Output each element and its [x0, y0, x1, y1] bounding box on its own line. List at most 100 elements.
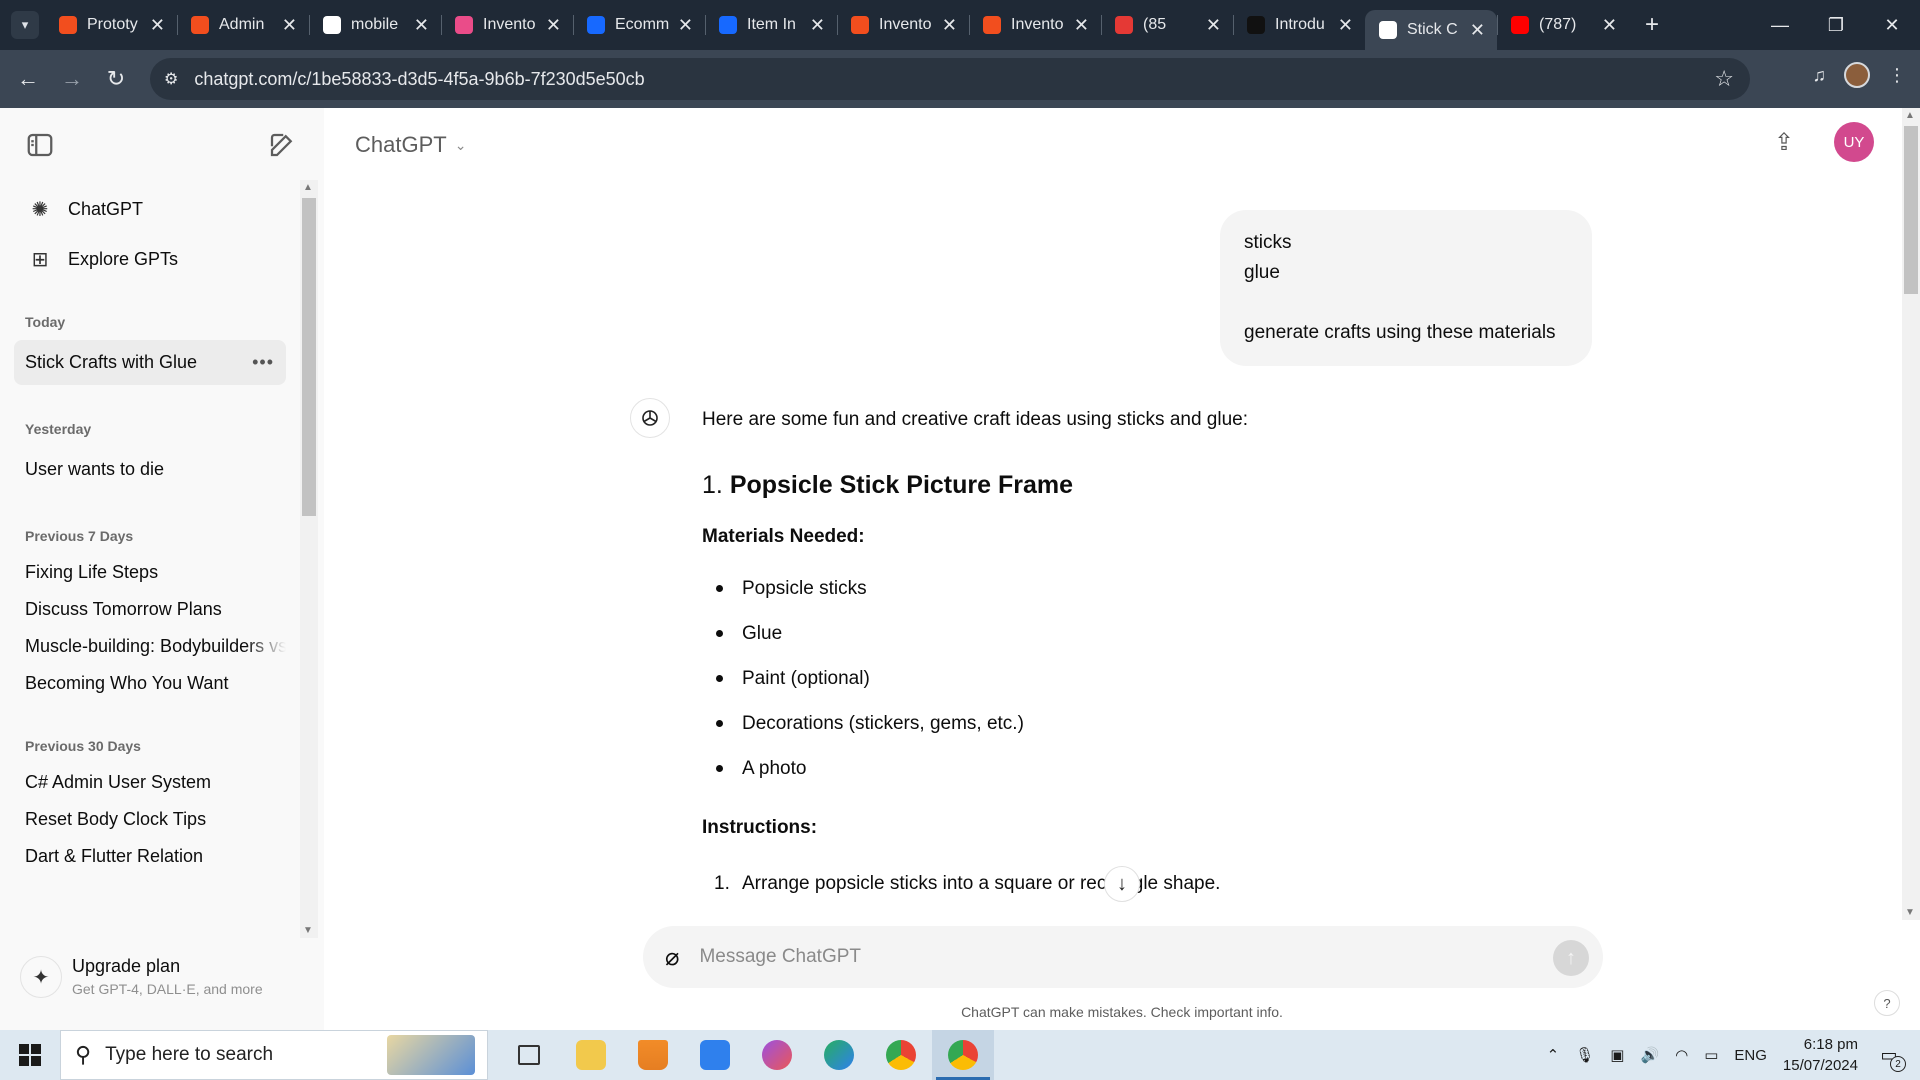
site-info-icon[interactable]: ⚙ — [164, 69, 178, 89]
history-item[interactable]: Reset Body Clock Tips — [14, 801, 286, 838]
taskbar-search[interactable]: ⚲ Type here to search — [60, 1030, 488, 1080]
browser-tab[interactable]: mobile ✕ — [309, 0, 441, 50]
scrollbar-thumb[interactable] — [1904, 126, 1918, 294]
notification-icon[interactable]: ▭ 2 — [1874, 1040, 1906, 1072]
task-view-icon[interactable] — [498, 1030, 560, 1080]
chrome-profile-icon[interactable] — [932, 1030, 994, 1080]
clock-date: 15/07/2024 — [1782, 1057, 1858, 1074]
browser-tab[interactable]: Item In ✕ — [705, 0, 837, 50]
close-tab-icon[interactable]: ✕ — [546, 15, 561, 36]
close-tab-icon[interactable]: ✕ — [1074, 15, 1089, 36]
share-icon[interactable]: ⇪ — [1774, 128, 1794, 157]
history-item[interactable]: Discuss Tomorrow Plans — [14, 591, 286, 628]
tab-title: Introdu — [1275, 16, 1325, 33]
browser-tab[interactable]: (85 ✕ — [1101, 0, 1233, 50]
browser-tab-active[interactable]: Stick C ✕ — [1365, 10, 1497, 50]
address-bar[interactable]: ⚙ chatgpt.com/c/1be58833-d3d5-4f5a-9b6b-… — [150, 58, 1750, 100]
bookmark-star-icon[interactable]: ☆ — [1714, 66, 1734, 92]
url-text[interactable]: chatgpt.com/c/1be58833-d3d5-4f5a-9b6b-7f… — [194, 69, 644, 90]
chrome-icon[interactable] — [870, 1030, 932, 1080]
toggle-sidebar-icon[interactable] — [25, 130, 55, 165]
close-tab-icon[interactable]: ✕ — [1206, 15, 1221, 36]
history-item[interactable]: Dart & Flutter Relation — [14, 838, 286, 875]
history-item[interactable]: User wants to die — [14, 447, 286, 492]
close-tab-icon[interactable]: ✕ — [810, 15, 825, 36]
language-indicator[interactable]: ENG — [1734, 1047, 1767, 1064]
model-name: ChatGPT — [355, 132, 447, 157]
more-options-icon[interactable]: ••• — [252, 352, 274, 373]
new-chat-icon[interactable] — [267, 130, 297, 165]
history-item-active[interactable]: Stick Crafts with Glue ••• — [14, 340, 286, 385]
close-tab-icon[interactable]: ✕ — [282, 15, 297, 36]
browser-tab[interactable]: Prototy ✕ — [45, 0, 177, 50]
browser-tab[interactable]: Invento ✕ — [969, 0, 1101, 50]
close-tab-icon[interactable]: ✕ — [1470, 20, 1485, 41]
close-tab-icon[interactable]: ✕ — [678, 15, 693, 36]
tab-search-button[interactable]: ▾ — [11, 11, 39, 39]
close-tab-icon[interactable]: ✕ — [1338, 15, 1353, 36]
browser-tab[interactable]: Admin ✕ — [177, 0, 309, 50]
edge-icon[interactable] — [808, 1030, 870, 1080]
search-highlight-image — [387, 1035, 475, 1075]
file-explorer-icon[interactable] — [560, 1030, 622, 1080]
browser-tab[interactable]: Introdu ✕ — [1233, 0, 1365, 50]
windows-start-icon[interactable] — [0, 1030, 60, 1080]
scroll-to-bottom-icon[interactable]: ↓ — [1104, 866, 1140, 902]
minimize-button[interactable]: — — [1752, 0, 1808, 50]
scroll-up-arrow-icon[interactable]: ▲ — [1905, 110, 1915, 121]
show-hidden-icons-icon[interactable]: ⌃ — [1547, 1046, 1560, 1064]
history-item[interactable]: Muscle-building: Bodybuilders vs — [14, 628, 286, 665]
tab-favicon-icon — [455, 16, 473, 34]
clock[interactable]: 6:18 pm 15/07/2024 — [1783, 1034, 1858, 1076]
scroll-down-arrow-icon[interactable]: ▼ — [303, 925, 313, 936]
browser-menu-icon[interactable]: ⋮ — [1888, 65, 1906, 86]
search-icon: ⚲ — [75, 1042, 92, 1067]
windows-taskbar: ⚲ Type here to search ⌃ 🎙 ▣ 🔊 ◠ ▭ ENG 6:… — [0, 1030, 1920, 1080]
history-item[interactable]: C# Admin User System — [14, 764, 286, 801]
history-item[interactable]: Fixing Life Steps — [14, 554, 286, 591]
close-tab-icon[interactable]: ✕ — [1602, 15, 1617, 36]
vscode-icon[interactable] — [684, 1030, 746, 1080]
tab-favicon-icon — [191, 16, 209, 34]
message-input[interactable]: Message ChatGPT — [699, 946, 861, 968]
reload-button[interactable]: ↻ — [94, 57, 138, 101]
media-controls-icon[interactable]: ♫ — [1813, 65, 1827, 86]
close-tab-icon[interactable]: ✕ — [942, 15, 957, 36]
browser-tab[interactable]: Invento ✕ — [837, 0, 969, 50]
upgrade-plan-button[interactable]: ✦ Upgrade plan Get GPT-4, DALL·E, and mo… — [20, 956, 263, 998]
sidebar-link-explore-gpts[interactable]: ⊞ Explore GPTs — [0, 234, 300, 284]
user-message-line: sticks — [1244, 232, 1292, 253]
display-icon[interactable]: ▣ — [1610, 1046, 1624, 1064]
restore-button[interactable]: ❐ — [1808, 0, 1864, 50]
scroll-up-arrow-icon[interactable]: ▲ — [303, 182, 313, 193]
sidebar-scrollbar[interactable]: ▲ ▼ — [300, 180, 318, 938]
battery-icon[interactable]: ▭ — [1704, 1046, 1718, 1064]
help-question-icon[interactable]: ? — [1874, 990, 1900, 1016]
browser-profile-avatar[interactable] — [1844, 62, 1870, 88]
close-tab-icon[interactable]: ✕ — [150, 15, 165, 36]
new-tab-button[interactable]: + — [1645, 11, 1659, 39]
scrollbar-thumb[interactable] — [302, 198, 316, 516]
attach-paperclip-icon[interactable]: ⌀ — [665, 943, 679, 972]
model-selector[interactable]: ChatGPT ⌄ — [355, 132, 466, 158]
chat-scrollbar[interactable]: ▲ ▼ — [1902, 108, 1920, 920]
wifi-icon[interactable]: ◠ — [1675, 1046, 1688, 1064]
user-avatar[interactable]: UY — [1834, 122, 1874, 162]
taskbar-search-placeholder: Type here to search — [105, 1044, 274, 1065]
browser-tab[interactable]: Ecomm ✕ — [573, 0, 705, 50]
volume-icon[interactable]: 🔊 — [1640, 1046, 1659, 1064]
history-item[interactable]: Becoming Who You Want — [14, 665, 286, 702]
close-window-button[interactable]: ✕ — [1864, 0, 1920, 50]
vlc-icon[interactable] — [622, 1030, 684, 1080]
scroll-down-arrow-icon[interactable]: ▼ — [1905, 907, 1915, 918]
close-tab-icon[interactable]: ✕ — [414, 15, 429, 36]
sidebar-link-chatgpt[interactable]: ✺ ChatGPT — [0, 184, 300, 234]
browser-tab[interactable]: Invento ✕ — [441, 0, 573, 50]
back-button[interactable]: ← — [6, 57, 50, 101]
microphone-icon[interactable]: 🎙 — [1575, 1046, 1594, 1064]
tab-title: (85 — [1143, 16, 1167, 33]
browser-tab[interactable]: (787) ✕ — [1497, 0, 1629, 50]
send-arrow-icon[interactable]: ↑ — [1553, 940, 1589, 976]
app-icon[interactable] — [746, 1030, 808, 1080]
forward-button[interactable]: → — [50, 57, 94, 101]
